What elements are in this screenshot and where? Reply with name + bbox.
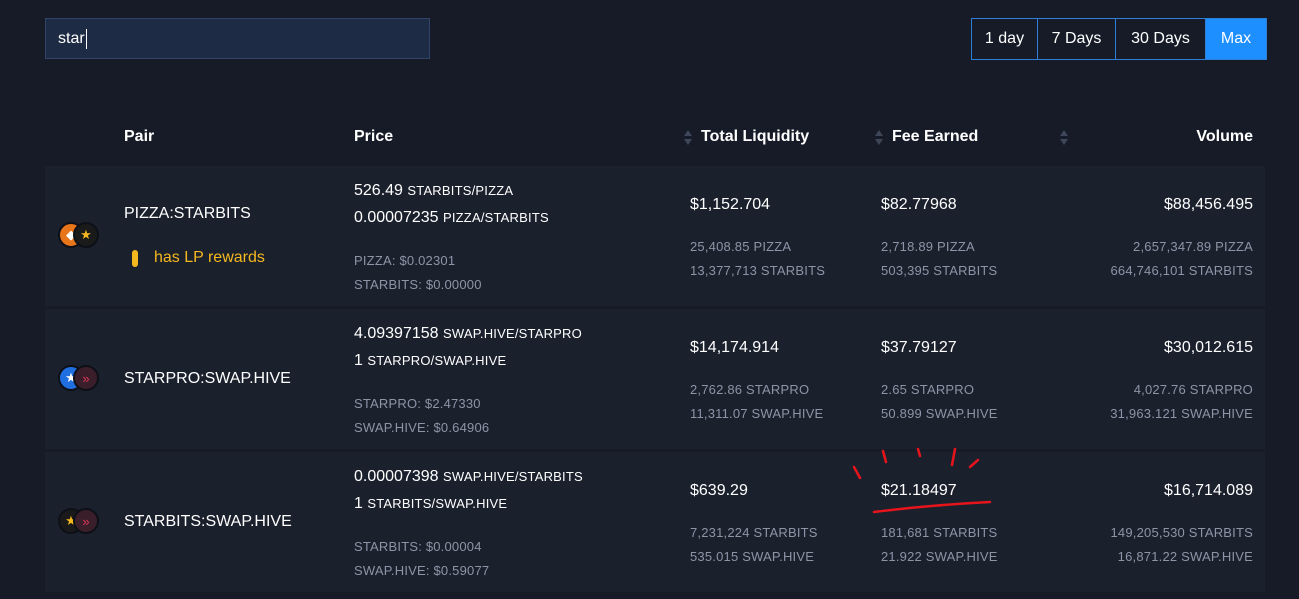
total-liquidity: $639.29 [690, 482, 748, 499]
price-value: 1 [354, 352, 363, 369]
volume: $30,012.615 [1164, 339, 1253, 356]
price-line: 526.49 STARBITS/PIZZA [354, 182, 513, 200]
time-range-selector: 1 day 7 Days 30 Days Max [971, 18, 1267, 60]
lp-rewards-badge: has LP rewards [132, 249, 265, 267]
sort-volume-icon[interactable] [1060, 130, 1068, 146]
token-price: PIZZA: $0.02301 [354, 253, 456, 268]
column-header-fee[interactable]: Fee Earned [892, 128, 978, 146]
table-row[interactable]: ★ » STARBITS:SWAP.HIVE 0.00007398 SWAP.H… [45, 452, 1265, 592]
liquidity-amount: 535.015 SWAP.HIVE [690, 549, 815, 564]
volume-amount: 149,205,530 STARBITS [1110, 525, 1253, 540]
price-line: 1 STARBITS/SWAP.HIVE [354, 495, 507, 513]
starbits-icon: ★ [73, 222, 99, 248]
fee-amount: 503,395 STARBITS [881, 263, 998, 278]
volume-amount: 664,746,101 STARBITS [1110, 263, 1253, 278]
price-unit: STARPRO/SWAP.HIVE [367, 353, 507, 368]
liquidity-amount: 7,231,224 STARBITS [690, 525, 818, 540]
table-row[interactable]: ★ » STARPRO:SWAP.HIVE 4.09397158 SWAP.HI… [45, 309, 1265, 449]
fee-amount: 50.899 SWAP.HIVE [881, 406, 998, 421]
fee-earned: $82.77968 [881, 196, 957, 213]
range-max-button[interactable]: Max [1206, 19, 1266, 59]
table-header: Pair Price Total Liquidity Fee Earned Vo… [45, 116, 1265, 162]
price-unit: PIZZA/STARBITS [442, 210, 549, 225]
total-liquidity: $1,152.704 [690, 196, 771, 213]
range-7-days-button[interactable]: 7 Days [1038, 19, 1116, 59]
pair-icons: ★ » [58, 508, 104, 536]
volume-amount: 16,871.22 SWAP.HIVE [1117, 549, 1253, 564]
volume-amount: 4,027.76 STARPRO [1133, 382, 1253, 397]
range-1-day-button[interactable]: 1 day [972, 19, 1038, 59]
price-line: 1 STARPRO/SWAP.HIVE [354, 352, 506, 370]
liquidity-amount: 13,377,713 STARBITS [690, 263, 826, 278]
coin-icon [132, 249, 138, 267]
column-header-volume[interactable]: Volume [1196, 128, 1253, 146]
token-price: STARBITS: $0.00004 [354, 539, 482, 554]
price-unit: STARBITS/SWAP.HIVE [367, 496, 508, 511]
column-header-price: Price [354, 128, 394, 145]
fee-amount: 21.922 SWAP.HIVE [881, 549, 998, 564]
volume-amount: 2,657,347.89 PIZZA [1133, 239, 1253, 254]
fee-amount: 2,718.89 PIZZA [881, 239, 975, 254]
sort-liquidity-icon[interactable] [684, 130, 692, 146]
swap-hive-icon: » [73, 508, 99, 534]
table-row[interactable]: ◆ ★ PIZZA:STARBITS has LP rewards 526.49… [45, 166, 1265, 306]
search-input-value: star [58, 29, 85, 47]
swap-hive-icon: » [73, 365, 99, 391]
price-unit: STARBITS/PIZZA [407, 183, 514, 198]
text-caret [85, 28, 87, 49]
volume: $88,456.495 [1164, 196, 1253, 213]
liquidity-amount: 25,408.85 PIZZA [690, 239, 792, 254]
price-value: 1 [354, 495, 363, 512]
price-line: 4.09397158 SWAP.HIVE/STARPRO [354, 325, 582, 343]
price-unit: SWAP.HIVE/STARPRO [442, 326, 582, 341]
price-value: 0.00007398 [354, 468, 439, 485]
fee-amount: 2.65 STARPRO [881, 382, 975, 397]
price-value: 4.09397158 [354, 325, 439, 342]
fee-amount: 181,681 STARBITS [881, 525, 998, 540]
token-price: STARPRO: $2.47330 [354, 396, 481, 411]
liquidity-amount: 2,762.86 STARPRO [690, 382, 810, 397]
column-header-liquidity[interactable]: Total Liquidity [701, 128, 809, 146]
token-price: SWAP.HIVE: $0.64906 [354, 420, 490, 435]
fee-earned: $21.18497 [881, 482, 957, 499]
price-line: 0.00007235 PIZZA/STARBITS [354, 209, 549, 227]
pair-icons: ◆ ★ [58, 222, 104, 250]
volume-amount: 31,963.121 SWAP.HIVE [1110, 406, 1253, 421]
fee-earned: $37.79127 [881, 339, 957, 356]
total-liquidity: $14,174.914 [690, 339, 779, 356]
pair-name[interactable]: PIZZA:STARBITS [124, 205, 251, 223]
pair-icons: ★ » [58, 365, 104, 393]
search-input[interactable]: star [45, 18, 430, 59]
price-value: 0.00007235 [354, 209, 439, 226]
volume: $16,714.089 [1164, 482, 1253, 499]
column-header-pair[interactable]: Pair [124, 128, 154, 146]
pair-name[interactable]: STARBITS:SWAP.HIVE [124, 513, 292, 531]
price-value: 526.49 [354, 182, 403, 199]
pair-name[interactable]: STARPRO:SWAP.HIVE [124, 370, 291, 388]
token-price: STARBITS: $0.00000 [354, 277, 482, 292]
token-price: SWAP.HIVE: $0.59077 [354, 563, 490, 578]
lp-rewards-label: has LP rewards [154, 249, 265, 266]
price-unit: SWAP.HIVE/STARBITS [442, 469, 583, 484]
price-line: 0.00007398 SWAP.HIVE/STARBITS [354, 468, 583, 486]
liquidity-amount: 11,311.07 SWAP.HIVE [690, 406, 824, 421]
sort-fee-icon[interactable] [875, 130, 883, 146]
range-30-days-button[interactable]: 30 Days [1116, 19, 1206, 59]
